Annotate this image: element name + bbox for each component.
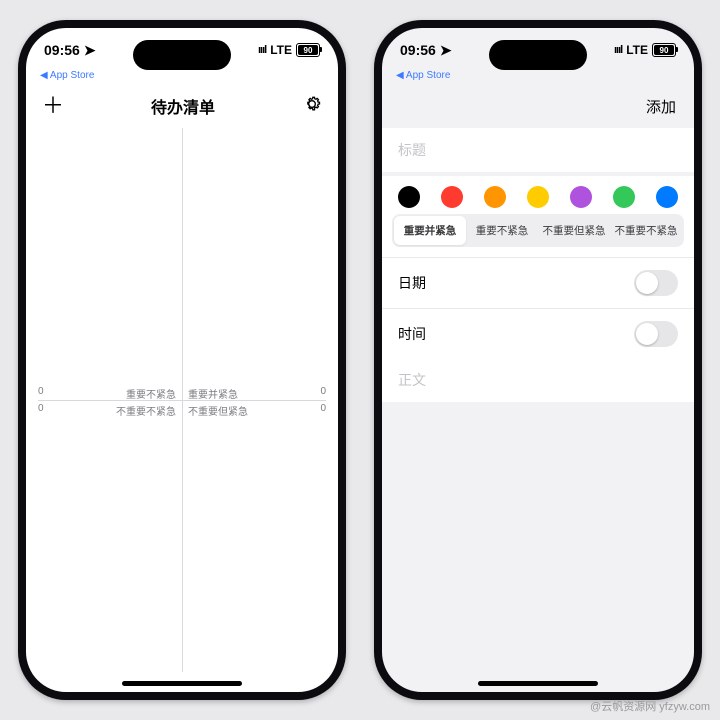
quadrant-label-top-left: 重要不紧急 [126,386,176,401]
color-swatch-5[interactable] [613,186,635,208]
color-picker [382,176,694,214]
home-indicator[interactable] [122,681,242,686]
settings-button[interactable] [302,94,322,119]
color-swatch-3[interactable] [527,186,549,208]
color-swatch-0[interactable] [398,186,420,208]
color-swatch-2[interactable] [484,186,506,208]
color-swatch-6[interactable] [656,186,678,208]
breadcrumb-appstore[interactable]: ◀ App Store [396,70,450,81]
color-swatch-1[interactable] [441,186,463,208]
gear-icon [302,94,322,114]
home-indicator[interactable] [478,681,598,686]
body-input[interactable]: 正文 [382,358,694,402]
date-toggle[interactable] [634,270,678,296]
segment-1[interactable]: 重要不紧急 [466,216,538,245]
location-icon: ➤ [440,42,452,59]
battery-icon: 90 [296,43,320,57]
title-input[interactable]: 标题 [382,128,694,172]
status-right: ıııl LTE 90 [614,43,676,57]
clock-text: 09:56 [400,42,436,58]
body-section: 正文 [382,358,694,402]
title-section: 标题 [382,128,694,172]
nav-bar: ＋ 待办清单 [26,86,338,126]
divider-horizontal [38,400,326,401]
time-label: 时间 [398,324,426,344]
page-title: 待办清单 [151,94,215,118]
quadrant-count-bottom-right: 0 [320,403,326,414]
segment-0[interactable]: 重要并紧急 [394,216,466,245]
network-label: LTE [270,43,292,57]
date-label: 日期 [398,273,426,293]
time-row: 时间 [382,308,694,359]
status-right: ıııl LTE 90 [258,43,320,57]
quadrant-count-top-right: 0 [320,386,326,397]
quadrant-count-top-left: 0 [38,386,44,397]
network-label: LTE [626,43,648,57]
dynamic-island [133,40,231,70]
quadrant-matrix: 重要不紧急 重要并紧急 不重要不紧急 不重要但紧急 0 0 0 0 [38,128,326,672]
quadrant-label-bottom-right: 不重要但紧急 [188,403,248,418]
segment-2[interactable]: 不重要但紧急 [538,216,610,245]
segment-3[interactable]: 不重要不紧急 [610,216,682,245]
phone-frame-list: 09:56 ➤ ıııl LTE 90 ◀ App Store ＋ 待办清单 [18,20,346,700]
breadcrumb-appstore[interactable]: ◀ App Store [40,70,94,81]
phone-frame-add: 09:56 ➤ ıııl LTE 90 ◀ App Store 添加 标题 [374,20,702,700]
screen-add: 09:56 ➤ ıııl LTE 90 ◀ App Store 添加 标题 [382,28,694,692]
date-row: 日期 [382,257,694,308]
time-toggle[interactable] [634,321,678,347]
location-icon: ➤ [84,42,96,59]
watermark: @云帆资源网 yfzyw.com [590,698,710,714]
options-section: 重要并紧急重要不紧急不重要但紧急不重要不紧急 日期 时间 [382,176,694,359]
signal-icon: ıııl [258,44,266,56]
quadrant-label-top-right: 重要并紧急 [188,386,238,401]
battery-icon: 90 [652,43,676,57]
add-action[interactable]: 添加 [646,96,676,117]
nav-bar-add: 添加 [382,86,694,126]
screen-list: 09:56 ➤ ıııl LTE 90 ◀ App Store ＋ 待办清单 [26,28,338,692]
quadrant-count-bottom-left: 0 [38,403,44,414]
add-button[interactable]: ＋ [42,95,64,117]
quadrant-label-bottom-left: 不重要不紧急 [116,403,176,418]
signal-icon: ıııl [614,44,622,56]
priority-segmented[interactable]: 重要并紧急重要不紧急不重要但紧急不重要不紧急 [392,214,684,247]
color-swatch-4[interactable] [570,186,592,208]
clock-text: 09:56 [44,42,80,58]
dynamic-island [489,40,587,70]
status-time: 09:56 ➤ [44,42,96,59]
status-time: 09:56 ➤ [400,42,452,59]
